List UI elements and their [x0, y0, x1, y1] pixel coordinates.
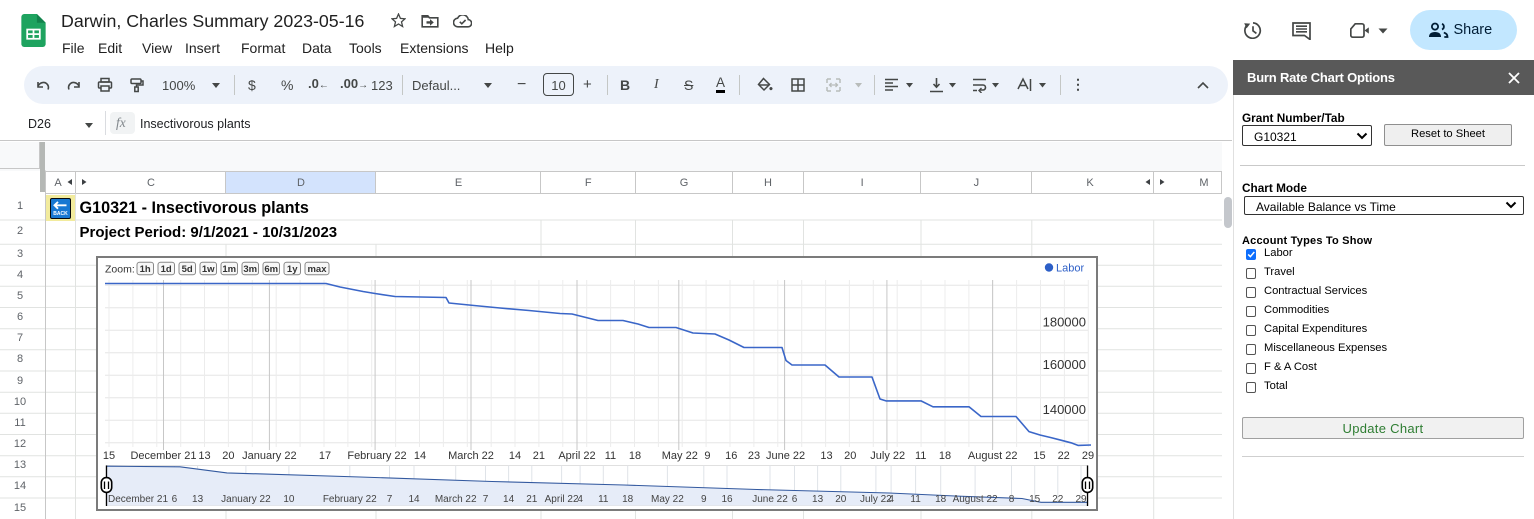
svg-text:1w: 1w: [202, 264, 215, 275]
svg-text:max: max: [307, 264, 327, 275]
svg-text:14: 14: [503, 494, 515, 505]
svg-text:May 22: May 22: [651, 494, 684, 505]
svg-text:13: 13: [192, 494, 204, 505]
svg-text:March 22: March 22: [435, 494, 477, 505]
svg-text:14: 14: [509, 450, 521, 462]
svg-text:23: 23: [748, 450, 760, 462]
svg-text:6: 6: [172, 494, 178, 505]
svg-text:18: 18: [629, 450, 641, 462]
svg-text:15: 15: [103, 450, 115, 462]
svg-text:140000: 140000: [1043, 402, 1086, 417]
svg-text:13: 13: [198, 450, 210, 462]
svg-text:December 21: December 21: [108, 494, 168, 505]
svg-text:5d: 5d: [182, 264, 193, 275]
svg-text:14: 14: [414, 450, 426, 462]
svg-text:6m: 6m: [264, 264, 278, 275]
svg-text:1m: 1m: [222, 264, 236, 275]
svg-text:1h: 1h: [140, 264, 151, 275]
svg-text:4: 4: [888, 494, 894, 505]
svg-text:15: 15: [1033, 450, 1045, 462]
svg-text:9: 9: [704, 450, 710, 462]
svg-text:Zoom:: Zoom:: [105, 264, 135, 276]
svg-text:December 21: December 21: [130, 450, 196, 462]
svg-text:20: 20: [844, 450, 856, 462]
svg-text:June 22: June 22: [752, 494, 788, 505]
svg-text:14: 14: [408, 494, 420, 505]
svg-text:6: 6: [792, 494, 798, 505]
svg-text:January 22: January 22: [221, 494, 271, 505]
svg-text:11: 11: [605, 450, 616, 462]
svg-text:22: 22: [1052, 494, 1064, 505]
svg-text:March 22: March 22: [448, 450, 494, 462]
svg-text:29: 29: [1075, 494, 1087, 505]
svg-text:February 22: February 22: [347, 450, 406, 462]
svg-text:July 22: July 22: [870, 450, 905, 462]
svg-text:21: 21: [526, 494, 538, 505]
svg-text:10: 10: [283, 494, 295, 505]
svg-text:August 22: August 22: [953, 494, 998, 505]
svg-text:7: 7: [483, 494, 489, 505]
svg-text:Labor: Labor: [1056, 263, 1084, 275]
svg-text:May 22: May 22: [662, 450, 698, 462]
svg-text:160000: 160000: [1043, 357, 1086, 372]
svg-text:20: 20: [835, 494, 847, 505]
svg-text:13: 13: [812, 494, 824, 505]
svg-text:11: 11: [598, 494, 609, 505]
svg-text:4: 4: [577, 494, 583, 505]
svg-text:3m: 3m: [243, 264, 257, 275]
svg-text:17: 17: [319, 450, 331, 462]
svg-text:April 22: April 22: [545, 494, 579, 505]
svg-text:April 22: April 22: [558, 450, 595, 462]
svg-text:29: 29: [1082, 450, 1094, 462]
svg-text:7: 7: [387, 494, 393, 505]
svg-text:16: 16: [725, 450, 737, 462]
svg-text:June 22: June 22: [766, 450, 805, 462]
svg-text:18: 18: [935, 494, 947, 505]
svg-text:22: 22: [1058, 450, 1070, 462]
svg-text:18: 18: [939, 450, 951, 462]
svg-text:January 22: January 22: [242, 450, 296, 462]
svg-text:20: 20: [222, 450, 234, 462]
svg-text:11: 11: [910, 494, 921, 505]
svg-text:1y: 1y: [287, 264, 298, 275]
svg-text:15: 15: [1029, 494, 1041, 505]
svg-text:16: 16: [721, 494, 733, 505]
svg-text:9: 9: [701, 494, 707, 505]
svg-text:BACK: BACK: [53, 211, 68, 217]
svg-text:13: 13: [820, 450, 832, 462]
svg-text:21: 21: [533, 450, 545, 462]
svg-text:February 22: February 22: [323, 494, 377, 505]
svg-text:8: 8: [1009, 494, 1015, 505]
svg-text:18: 18: [622, 494, 634, 505]
svg-text:1d: 1d: [161, 264, 172, 275]
svg-text:11: 11: [915, 450, 926, 462]
svg-text:180000: 180000: [1043, 314, 1086, 329]
svg-text:August 22: August 22: [968, 450, 1018, 462]
